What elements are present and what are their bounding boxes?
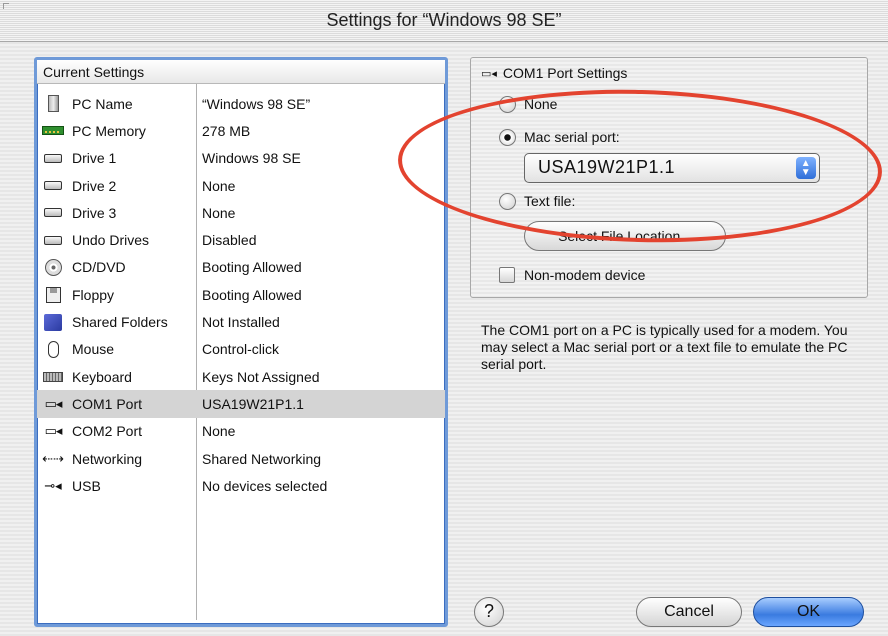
- serial-port-icon: ▭◂: [44, 395, 63, 411]
- window-corner: [3, 3, 9, 9]
- settings-row-keyboard[interactable]: Keyboard Keys Not Assigned: [37, 363, 445, 390]
- row-label: Floppy: [72, 286, 115, 303]
- row-value: Not Installed: [202, 314, 280, 331]
- usb-icon: ⊸◂: [44, 477, 62, 493]
- serial-port-icon: ▭◂: [44, 423, 63, 439]
- row-label: Undo Drives: [72, 232, 150, 249]
- row-label: COM2 Port: [72, 423, 143, 440]
- hard-drive-icon: [42, 177, 64, 195]
- hard-drive-icon: [42, 149, 64, 167]
- keyboard-icon: [42, 368, 64, 386]
- group-title: ▭◂ COM1 Port Settings: [481, 65, 627, 81]
- row-label: COM1 Port: [72, 395, 143, 412]
- networking-icon: ⇠⇢: [42, 450, 64, 466]
- row-value: Shared Networking: [202, 450, 322, 467]
- settings-row-com1-port[interactable]: ▭◂ COM1 Port USA19W21P1.1: [37, 390, 445, 418]
- row-value: Booting Allowed: [202, 286, 302, 303]
- settings-row-shared-folders[interactable]: Shared Folders Not Installed: [37, 308, 445, 335]
- non-modem-checkbox[interactable]: [499, 267, 515, 283]
- serial-port-icon: ▭◂: [481, 67, 497, 80]
- non-modem-label: Non-modem device: [524, 267, 646, 283]
- row-label: Mouse: [72, 341, 115, 358]
- row-label: PC Memory: [72, 122, 146, 139]
- row-value: Control-click: [202, 341, 280, 358]
- radio-mac-serial-label: Mac serial port:: [524, 129, 620, 145]
- serial-port-value: USA19W21P1.1: [538, 157, 676, 177]
- radio-mac-serial-port[interactable]: [499, 129, 516, 146]
- select-file-location-button[interactable]: Select File Location...: [524, 221, 726, 251]
- row-label: PC Name: [72, 95, 133, 112]
- row-value: Keys Not Assigned: [202, 368, 320, 385]
- row-value: “Windows 98 SE”: [202, 95, 311, 112]
- row-value: Booting Allowed: [202, 259, 302, 276]
- settings-row-drive-1[interactable]: Drive 1 Windows 98 SE: [37, 145, 445, 172]
- row-value: No devices selected: [202, 477, 328, 494]
- help-button[interactable]: ?: [474, 597, 504, 627]
- popup-arrows-icon: ▲ ▼: [796, 157, 816, 179]
- row-value: Disabled: [202, 232, 257, 249]
- hard-drive-icon: [42, 204, 64, 222]
- row-label: Drive 1: [72, 150, 117, 167]
- cancel-button[interactable]: Cancel: [636, 597, 742, 627]
- settings-row-usb[interactable]: ⊸◂ USB No devices selected: [37, 472, 445, 499]
- cd-icon: [42, 258, 64, 276]
- pc-tower-icon: [42, 95, 64, 113]
- row-value: 278 MB: [202, 122, 251, 139]
- settings-row-mouse[interactable]: Mouse Control-click: [37, 336, 445, 363]
- folder-icon: [42, 313, 64, 331]
- undo-drive-icon: [42, 231, 64, 249]
- serial-port-popup[interactable]: USA19W21P1.1 ▲ ▼: [524, 153, 820, 183]
- row-label: USB: [72, 477, 101, 494]
- window-title: Settings for “Windows 98 SE”: [326, 10, 562, 30]
- radio-text-file[interactable]: [499, 193, 516, 210]
- row-label: Keyboard: [72, 368, 132, 385]
- radio-none-label: None: [524, 96, 558, 112]
- mouse-icon: [42, 340, 64, 358]
- settings-row-drive-3[interactable]: Drive 3 None: [37, 199, 445, 226]
- settings-row-networking[interactable]: ⇠⇢ Networking Shared Networking: [37, 445, 445, 472]
- com1-description: The COM1 port on a PC is typically used …: [481, 322, 848, 372]
- row-value: None: [202, 204, 236, 221]
- settings-row-drive-2[interactable]: Drive 2 None: [37, 172, 445, 199]
- group-title-label: COM1 Port Settings: [502, 65, 628, 81]
- memory-chip-icon: [42, 122, 64, 140]
- current-settings-list[interactable]: Current Settings PC Name “Windows 98 SE”…: [34, 57, 448, 627]
- row-value: None: [202, 423, 236, 440]
- title-bar[interactable]: Settings for “Windows 98 SE”: [0, 0, 888, 42]
- settings-row-floppy[interactable]: Floppy Booting Allowed: [37, 281, 445, 308]
- settings-row-undo-drives[interactable]: Undo Drives Disabled: [37, 226, 445, 253]
- settings-row-com2-port[interactable]: ▭◂ COM2 Port None: [37, 418, 445, 445]
- settings-row-pc-memory[interactable]: PC Memory 278 MB: [37, 117, 445, 144]
- floppy-icon: [42, 286, 64, 304]
- row-value: Windows 98 SE: [202, 150, 301, 167]
- ok-button[interactable]: OK: [753, 597, 864, 627]
- list-header: Current Settings: [37, 60, 445, 84]
- row-label: Shared Folders: [72, 314, 168, 331]
- row-label: Drive 3: [72, 204, 117, 221]
- row-label: CD/DVD: [72, 259, 126, 276]
- settings-row-cd-dvd[interactable]: CD/DVD Booting Allowed: [37, 254, 445, 281]
- row-value: None: [202, 177, 236, 194]
- radio-none[interactable]: [499, 96, 516, 113]
- settings-row-pc-name[interactable]: PC Name “Windows 98 SE”: [37, 90, 445, 117]
- radio-text-file-label: Text file:: [524, 193, 576, 209]
- row-label: Drive 2: [72, 177, 117, 194]
- row-value: USA19W21P1.1: [202, 395, 304, 412]
- row-label: Networking: [72, 450, 143, 467]
